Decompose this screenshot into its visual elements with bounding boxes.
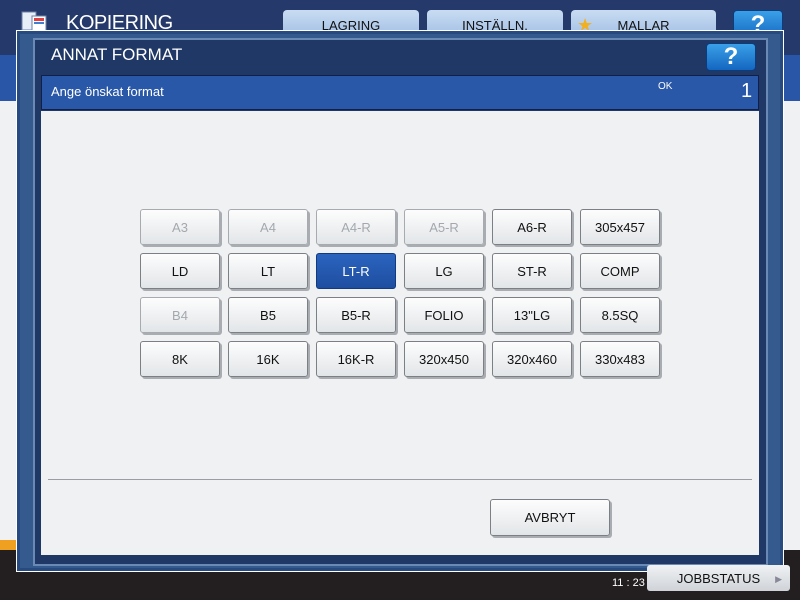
format-button[interactable]: 8K <box>140 341 220 377</box>
format-button[interactable]: 320x460 <box>492 341 572 377</box>
copy-count: 1 <box>741 80 753 102</box>
dialog-help-button[interactable]: ? <box>706 43 756 71</box>
format-button[interactable]: B5-R <box>316 297 396 333</box>
format-button[interactable]: B5 <box>228 297 308 333</box>
format-button[interactable]: LD <box>140 253 220 289</box>
arrow-icon: ▶ <box>775 574 782 584</box>
format-button[interactable]: 330x483 <box>580 341 660 377</box>
dialog-content <box>41 111 759 555</box>
format-button[interactable]: LG <box>404 253 484 289</box>
format-button[interactable]: ST-R <box>492 253 572 289</box>
prompt-text: Ange önskat format <box>51 84 164 99</box>
format-button[interactable]: LT <box>228 253 308 289</box>
cancel-button[interactable]: AVBRYT <box>490 499 610 536</box>
format-button: A4 <box>228 209 308 245</box>
format-button[interactable]: COMP <box>580 253 660 289</box>
format-button[interactable]: 320x450 <box>404 341 484 377</box>
dialog-title: ANNAT FORMAT <box>51 45 183 64</box>
format-button: B4 <box>140 297 220 333</box>
format-button: A4-R <box>316 209 396 245</box>
format-button[interactable]: 8.5SQ <box>580 297 660 333</box>
format-button[interactable]: FOLIO <box>404 297 484 333</box>
format-button[interactable]: LT-R <box>316 253 396 289</box>
job-status-label: JOBBSTATUS <box>676 570 761 586</box>
format-button[interactable]: A6-R <box>492 209 572 245</box>
format-button[interactable]: 305x457 <box>580 209 660 245</box>
clock: 11 : 23 <box>612 577 645 589</box>
format-button[interactable]: 13"LG <box>492 297 572 333</box>
ok-label: OK <box>658 81 673 92</box>
job-status-button[interactable]: JOBBSTATUS ▶ <box>647 565 790 591</box>
format-button[interactable]: 16K <box>228 341 308 377</box>
format-button: A3 <box>140 209 220 245</box>
divider <box>48 479 752 480</box>
format-button: A5-R <box>404 209 484 245</box>
format-button[interactable]: 16K-R <box>316 341 396 377</box>
